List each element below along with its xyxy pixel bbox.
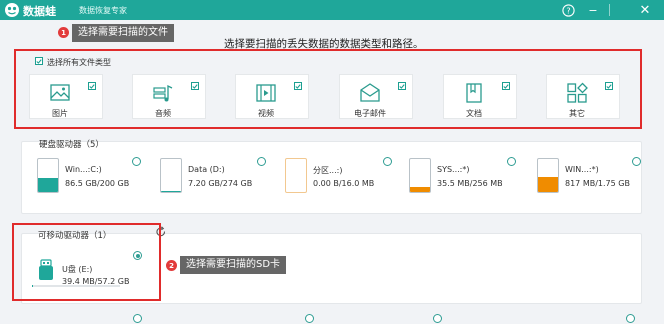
drive-name: Win...:C:) xyxy=(65,165,102,174)
filetype-card-image[interactable]: 图片 xyxy=(29,74,103,119)
drive-size: 35.5 MB/256 MB xyxy=(437,179,503,188)
drive-usage-fill xyxy=(38,177,58,192)
usb-drive-icon xyxy=(39,259,53,280)
image-icon xyxy=(50,84,70,101)
filetype-label: 电子邮件 xyxy=(354,109,386,118)
music-icon xyxy=(153,84,173,102)
filetype-checkbox[interactable] xyxy=(294,82,302,90)
title-separator xyxy=(609,4,610,16)
filetype-checkbox[interactable] xyxy=(88,82,96,90)
drive-item-c[interactable]: Win...:C:) 86.5 GB/200 GB xyxy=(37,158,147,198)
filetype-label: 音频 xyxy=(155,109,171,118)
drive-item-sys[interactable]: SYS...:*) 35.5 MB/256 MB xyxy=(409,158,519,198)
hard-drives-title: 硬盘驱动器（5） xyxy=(39,140,104,150)
drive-size: 86.5 GB/200 GB xyxy=(65,179,130,188)
check-icon xyxy=(36,58,42,64)
drive-size: 0.00 B/16.0 MB xyxy=(313,179,375,188)
filetype-card-audio[interactable]: 音频 xyxy=(132,74,206,119)
drive-item-win[interactable]: WIN...:*) 817 MB/1.75 GB xyxy=(537,158,647,198)
filetype-checkbox[interactable] xyxy=(502,82,510,90)
next-row-radio[interactable] xyxy=(433,314,442,323)
help-icon: ? xyxy=(561,3,575,17)
check-icon xyxy=(399,83,405,89)
email-icon xyxy=(360,83,380,102)
other-icon xyxy=(567,82,588,103)
title-bar: 数据蛙 数据恢复专家 ? − ✕ xyxy=(0,0,664,20)
drive-name: SYS...:*) xyxy=(437,165,470,174)
minimize-button[interactable]: − xyxy=(585,2,601,18)
drive-radio-c[interactable] xyxy=(132,157,141,166)
drive-icon xyxy=(409,158,431,193)
filetype-checkbox[interactable] xyxy=(605,82,613,90)
select-all-label: 选择所有文件类型 xyxy=(47,58,111,67)
frog-logo-icon xyxy=(5,3,19,17)
filetype-card-other[interactable]: 其它 xyxy=(546,74,620,119)
help-button[interactable]: ? xyxy=(560,2,576,18)
next-row-radio[interactable] xyxy=(626,314,635,323)
drive-radio-partition[interactable] xyxy=(383,157,392,166)
annotation-number-2: 2 xyxy=(166,260,177,271)
filetype-checkbox[interactable] xyxy=(398,82,406,90)
filetype-card-email[interactable]: 电子邮件 xyxy=(339,74,413,119)
drive-size: 817 MB/1.75 GB xyxy=(565,179,630,188)
filetype-label: 文档 xyxy=(466,109,482,118)
svg-text:?: ? xyxy=(566,6,570,15)
app-name: 数据蛙 xyxy=(23,5,56,18)
next-row-radio[interactable] xyxy=(133,314,142,323)
document-icon xyxy=(466,83,482,103)
select-all-checkbox[interactable] xyxy=(35,57,43,65)
filetype-card-document[interactable]: 文档 xyxy=(443,74,517,119)
minimize-icon: − xyxy=(588,3,598,17)
annotation-callout-1: 选择需要扫描的文件 xyxy=(72,24,174,42)
drive-size: 7.20 GB/274 GB xyxy=(188,179,253,188)
close-button[interactable]: ✕ xyxy=(637,2,653,18)
drive-radio-win[interactable] xyxy=(632,157,641,166)
filetype-card-video[interactable]: 视频 xyxy=(235,74,309,119)
check-icon xyxy=(606,83,612,89)
drive-radio-sys[interactable] xyxy=(507,157,516,166)
next-row-radio[interactable] xyxy=(305,314,314,323)
check-icon xyxy=(192,83,198,89)
app-subtitle: 数据恢复专家 xyxy=(79,6,127,15)
check-icon xyxy=(295,83,301,89)
drive-name: U盘 (E:) xyxy=(62,265,93,274)
drive-icon xyxy=(37,158,59,193)
drive-radio-usb[interactable] xyxy=(133,251,142,260)
video-icon xyxy=(256,84,276,102)
usb-usage-fill xyxy=(32,285,33,287)
drive-icon xyxy=(160,158,182,193)
filetype-label: 图片 xyxy=(52,109,68,118)
drive-item-d[interactable]: Data (D:) 7.20 GB/274 GB xyxy=(160,158,270,198)
drive-icon xyxy=(285,158,307,193)
annotation-callout-2: 选择需要扫描的SD卡 xyxy=(180,256,287,274)
drive-name: WIN...:*) xyxy=(565,165,599,174)
usb-usage-bar xyxy=(32,285,120,287)
drive-name: Data (D:) xyxy=(188,165,225,174)
drive-name: 分区...:) xyxy=(313,166,343,175)
filetype-label: 视频 xyxy=(258,109,274,118)
drive-item-partition[interactable]: 分区...:) 0.00 B/16.0 MB xyxy=(285,158,395,198)
drive-radio-d[interactable] xyxy=(257,157,266,166)
filetype-checkbox[interactable] xyxy=(191,82,199,90)
drive-usage-fill xyxy=(161,191,181,192)
filetype-label: 其它 xyxy=(569,109,585,118)
annotation-number-1: 1 xyxy=(58,27,69,38)
drive-usage-fill xyxy=(410,187,430,192)
drive-icon xyxy=(537,158,559,193)
close-icon: ✕ xyxy=(639,2,651,18)
check-icon xyxy=(89,83,95,89)
drive-usage-fill xyxy=(538,176,558,192)
check-icon xyxy=(503,83,509,89)
